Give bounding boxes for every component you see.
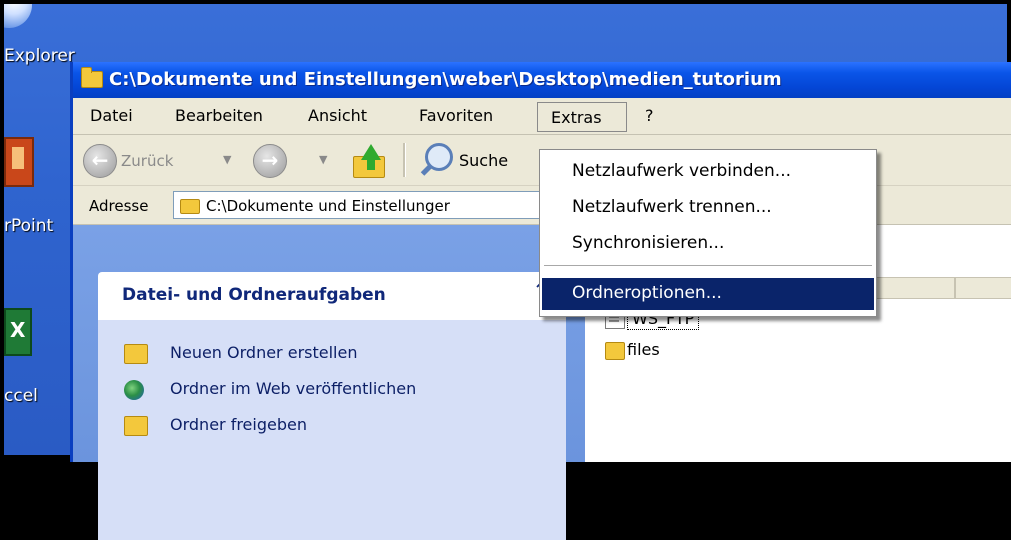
menu-item-ordneroptionen[interactable]: Ordneroptionen...	[542, 278, 874, 310]
menu-item-synchronisieren[interactable]: Synchronisieren...	[542, 228, 874, 260]
back-arrow-icon[interactable]: ←	[83, 144, 117, 178]
web-publish-icon	[124, 380, 144, 400]
folder-icon	[180, 199, 200, 214]
folder-up-icon[interactable]	[353, 144, 387, 178]
task-panel-title: Datei- und Ordneraufgaben	[122, 285, 386, 305]
toolbar-separator	[403, 143, 406, 177]
new-folder-icon	[124, 344, 148, 364]
menu-separator	[544, 265, 872, 266]
share-folder-icon	[124, 416, 148, 436]
excel-icon[interactable]	[4, 308, 32, 356]
task-pane: Datei- und Ordneraufgaben ⌃ Neuen Ordner…	[73, 225, 585, 540]
menu-item-netzlaufwerk-trennen[interactable]: Netzlaufwerk trennen...	[542, 192, 874, 224]
menu-bearbeiten[interactable]: Bearbeiten	[175, 106, 263, 125]
back-dropdown-icon[interactable]: ▼	[223, 153, 231, 166]
explorer-desktop-icon[interactable]	[4, 4, 32, 28]
forward-arrow-icon[interactable]: →	[253, 144, 287, 178]
search-icon[interactable]	[419, 143, 453, 176]
address-value: C:\Dokumente und Einstellunger	[206, 197, 450, 215]
menu-help[interactable]: ?	[645, 106, 654, 125]
task-panel-header[interactable]: Datei- und Ordneraufgaben ⌃	[98, 272, 566, 320]
folder-icon	[605, 342, 625, 360]
title-bar[interactable]: C:\Dokumente und Einstellungen\weber\Des…	[73, 62, 1011, 98]
powerpoint-icon[interactable]	[4, 137, 34, 187]
task-label: Ordner freigeben	[170, 415, 307, 434]
file-name: files	[627, 340, 660, 359]
search-button-label[interactable]: Suche	[459, 151, 508, 170]
menu-ansicht[interactable]: Ansicht	[308, 106, 367, 125]
task-panel-body: Neuen Ordner erstellen Ordner im Web ver…	[98, 320, 566, 540]
back-button-label[interactable]: Zurück	[121, 152, 173, 170]
task-label: Ordner im Web veröffentlichen	[170, 379, 417, 398]
window-title: C:\Dokumente und Einstellungen\weber\Des…	[109, 69, 782, 90]
desktop-label-excel[interactable]: ccel	[4, 386, 38, 406]
column-header[interactable]	[955, 277, 1011, 299]
desktop-label-explorer[interactable]: Explorer	[4, 46, 75, 66]
menu-item-netzlaufwerk-verbinden[interactable]: Netzlaufwerk verbinden...	[542, 156, 874, 188]
menu-bar: Datei Bearbeiten Ansicht Favoriten Extra…	[73, 98, 1011, 135]
menu-extras-label: Extras	[551, 108, 602, 127]
menu-extras[interactable]: Extras	[537, 102, 627, 132]
address-label: Adresse	[89, 197, 149, 215]
address-input[interactable]: C:\Dokumente und Einstellunger	[173, 191, 553, 219]
forward-dropdown-icon[interactable]: ▼	[319, 153, 327, 166]
task-label: Neuen Ordner erstellen	[170, 343, 358, 362]
menu-favoriten[interactable]: Favoriten	[419, 106, 493, 125]
extras-dropdown-menu: Netzlaufwerk verbinden... Netzlaufwerk t…	[539, 149, 877, 317]
desktop-label-powerpoint[interactable]: rPoint	[4, 216, 53, 236]
folder-icon	[81, 67, 103, 88]
menu-datei[interactable]: Datei	[90, 106, 133, 125]
